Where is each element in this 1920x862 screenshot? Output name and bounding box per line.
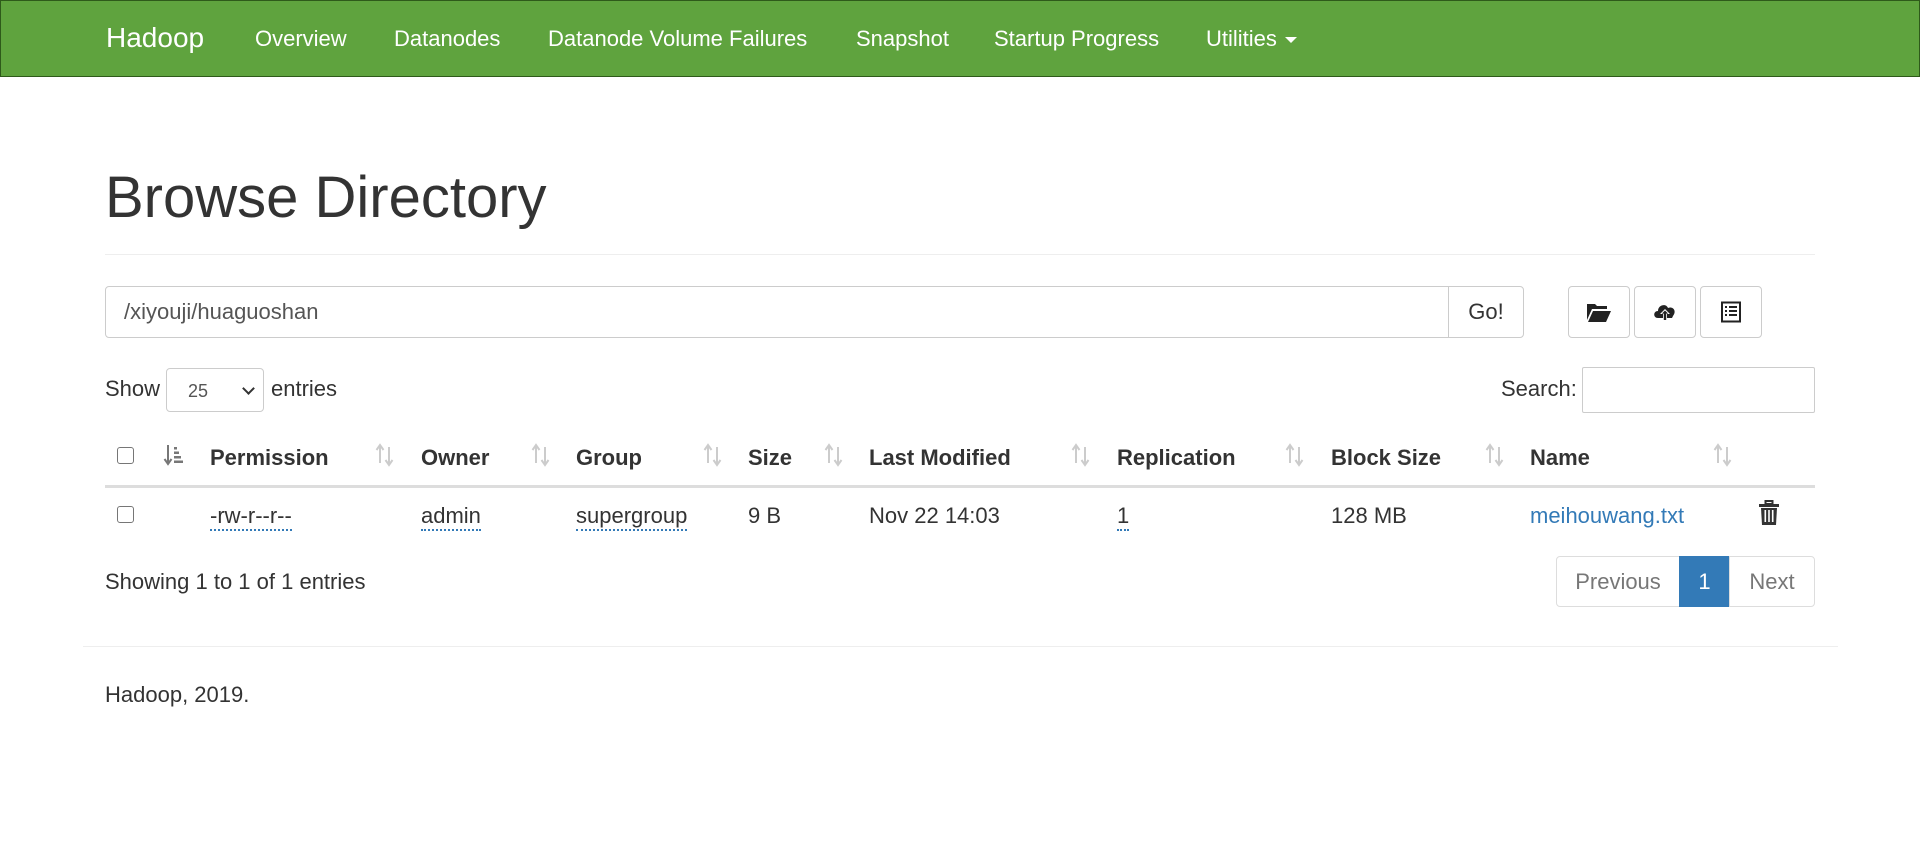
upload-files-button[interactable] bbox=[1634, 286, 1696, 338]
cell-replication: 1 bbox=[1117, 503, 1130, 531]
cell-block-size: 128 MB bbox=[1331, 503, 1407, 528]
nav-startup-progress[interactable]: Startup Progress bbox=[994, 26, 1159, 52]
select-all-checkbox[interactable] bbox=[117, 447, 134, 464]
owner-value: admin bbox=[421, 503, 481, 531]
sort-both-icon[interactable] bbox=[823, 443, 845, 467]
create-directory-button[interactable] bbox=[1568, 286, 1630, 338]
cell-last-modified: Nov 22 14:03 bbox=[869, 503, 1000, 528]
col-header-size[interactable]: Size bbox=[748, 445, 792, 471]
table-info: Showing 1 to 1 of 1 entries bbox=[105, 569, 366, 594]
nav-overview[interactable]: Overview bbox=[255, 26, 347, 52]
previous-page-button[interactable]: Previous bbox=[1556, 556, 1680, 607]
nav-utilities-dropdown[interactable]: Utilities bbox=[1206, 26, 1297, 52]
sort-both-icon[interactable] bbox=[530, 443, 552, 467]
group-value: supergroup bbox=[576, 503, 688, 531]
chevron-down-icon bbox=[242, 382, 255, 395]
col-header-name[interactable]: Name bbox=[1530, 445, 1590, 471]
brand-link[interactable]: Hadoop bbox=[106, 22, 204, 54]
sort-both-icon[interactable] bbox=[374, 443, 396, 467]
sort-both-icon[interactable] bbox=[1284, 443, 1306, 467]
search-label: Search: bbox=[1501, 376, 1577, 401]
col-header-group[interactable]: Group bbox=[576, 445, 642, 471]
page-1-button[interactable]: 1 bbox=[1679, 556, 1730, 607]
cell-size: 9 B bbox=[748, 503, 782, 528]
title-divider bbox=[105, 254, 1815, 255]
nav-utilities-label: Utilities bbox=[1206, 26, 1277, 51]
col-header-replication[interactable]: Replication bbox=[1117, 445, 1236, 471]
col-header-permission[interactable]: Permission bbox=[210, 445, 329, 471]
permission-value: -rw-r--r-- bbox=[210, 503, 292, 531]
file-name-link[interactable]: meihouwang.txt bbox=[1530, 503, 1684, 528]
page-title: Browse Directory bbox=[105, 165, 547, 230]
search-input[interactable] bbox=[1582, 367, 1815, 413]
row-select-checkbox[interactable] bbox=[117, 506, 134, 523]
sort-both-icon[interactable] bbox=[1712, 443, 1734, 467]
list-icon bbox=[1720, 301, 1742, 323]
cell-owner: admin bbox=[421, 503, 481, 531]
nav-datanodes[interactable]: Datanodes bbox=[394, 26, 500, 52]
entries-per-page-select[interactable]: 25 bbox=[166, 368, 264, 412]
cell-group: supergroup bbox=[576, 503, 688, 531]
sort-desc-icon[interactable] bbox=[163, 443, 185, 467]
sort-both-icon[interactable] bbox=[1070, 443, 1092, 467]
nav-snapshot[interactable]: Snapshot bbox=[856, 26, 949, 52]
entries-label: entries bbox=[271, 376, 338, 401]
cloud-upload-icon bbox=[1652, 301, 1678, 323]
cell-permission: -rw-r--r-- bbox=[210, 503, 292, 531]
trash-icon[interactable] bbox=[1758, 500, 1780, 531]
footer-divider bbox=[83, 646, 1838, 647]
sort-both-icon[interactable] bbox=[1484, 443, 1506, 467]
col-header-block-size[interactable]: Block Size bbox=[1331, 445, 1441, 471]
go-button[interactable]: Go! bbox=[1448, 286, 1524, 338]
directory-path-input[interactable] bbox=[105, 286, 1449, 338]
footer-text: Hadoop, 2019. bbox=[105, 682, 250, 707]
cell-name: meihouwang.txt bbox=[1530, 503, 1684, 529]
col-header-owner[interactable]: Owner bbox=[421, 445, 489, 471]
caret-down-icon bbox=[1284, 37, 1297, 44]
next-page-button[interactable]: Next bbox=[1729, 556, 1815, 607]
show-label: Show bbox=[105, 376, 161, 401]
cut-paste-button[interactable] bbox=[1700, 286, 1762, 338]
col-header-last-modified[interactable]: Last Modified bbox=[869, 445, 1011, 471]
nav-datanode-volume-failures[interactable]: Datanode Volume Failures bbox=[548, 26, 807, 52]
entries-select-value: 25 bbox=[188, 381, 209, 401]
replication-value[interactable]: 1 bbox=[1117, 503, 1130, 531]
folder-open-icon bbox=[1586, 301, 1612, 323]
sort-both-icon[interactable] bbox=[702, 443, 724, 467]
table-header-divider bbox=[105, 485, 1815, 488]
top-navbar: Hadoop Overview Datanodes Datanode Volum… bbox=[0, 0, 1920, 77]
